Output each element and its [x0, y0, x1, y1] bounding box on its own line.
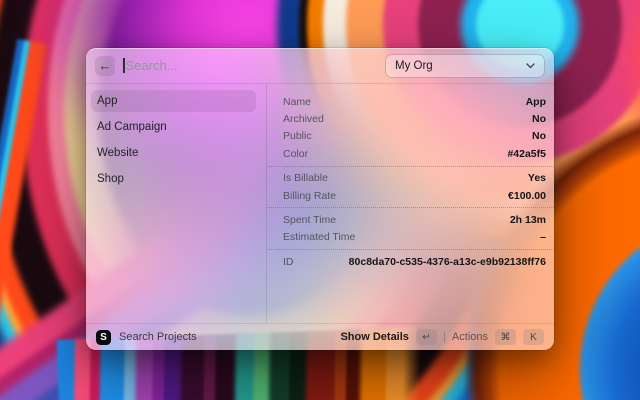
detail-label: Archived [283, 113, 324, 125]
detail-label: Billing Rate [283, 190, 336, 202]
project-list: App Ad Campaign Website Shop [86, 84, 267, 323]
app-logo-icon: S [96, 330, 111, 345]
back-arrow-icon: ← [99, 58, 112, 73]
detail-row-estimated-time: Estimated Time – [267, 229, 554, 246]
detail-value: – [540, 231, 546, 243]
footer-actions: Show Details ↵ Actions ⌘ K [340, 329, 544, 345]
details-group-id: ID 80c8da70-c535-4376-a13c-e9b92138ff76 [267, 249, 554, 273]
details-group-general: Name App Archived No Public No Color #42… [267, 90, 554, 166]
detail-value: No [532, 113, 546, 125]
detail-label: Estimated Time [283, 231, 355, 243]
project-item-ad-campaign[interactable]: Ad Campaign [91, 116, 256, 138]
enter-key-badge[interactable]: ↵ [416, 329, 437, 345]
detail-value: 2h 13m [510, 214, 546, 226]
project-item-website[interactable]: Website [91, 142, 256, 164]
command-palette-window: ← Search... My Org App Ad Campaign Websi… [86, 48, 554, 350]
detail-label: ID [283, 256, 294, 268]
detail-row-spent-time: Spent Time 2h 13m [267, 211, 554, 228]
chevron-down-icon [526, 63, 535, 69]
detail-value-uuid: 80c8da70-c535-4376-a13c-e9b92138ff76 [349, 256, 546, 268]
actions-menu-action[interactable]: Actions [452, 331, 488, 343]
detail-row-archived: Archived No [267, 110, 554, 127]
detail-row-name: Name App [267, 93, 554, 110]
project-item-app[interactable]: App [91, 90, 256, 112]
search-placeholder: Search... [126, 58, 178, 73]
app-name: Search Projects [119, 331, 197, 343]
detail-row-is-billable: Is Billable Yes [267, 170, 554, 187]
detail-value: App [526, 96, 546, 108]
show-details-action[interactable]: Show Details [340, 331, 408, 343]
detail-label: Spent Time [283, 214, 336, 226]
detail-value: Yes [528, 172, 546, 184]
detail-label: Is Billable [283, 172, 328, 184]
detail-value-color-hex: #42a5f5 [507, 148, 546, 160]
back-button[interactable]: ← [95, 56, 115, 76]
detail-row-billing-rate: Billing Rate €100.00 [267, 187, 554, 204]
palette-body: App Ad Campaign Website Shop Name App Ar… [86, 84, 554, 323]
detail-row-id: ID 80c8da70-c535-4376-a13c-e9b92138ff76 [267, 253, 554, 270]
details-group-time: Spent Time 2h 13m Estimated Time – [267, 207, 554, 249]
detail-value: No [532, 130, 546, 142]
detail-row-public: Public No [267, 128, 554, 145]
footer-divider [444, 332, 445, 343]
palette-footer: S Search Projects Show Details ↵ Actions… [86, 323, 554, 350]
org-selector-dropdown[interactable]: My Org [385, 54, 545, 78]
detail-value: €100.00 [508, 190, 546, 202]
command-key-badge[interactable]: ⌘ [495, 329, 516, 345]
k-key-badge[interactable]: K [523, 329, 544, 345]
palette-header: ← Search... My Org [86, 48, 554, 84]
details-group-billing: Is Billable Yes Billing Rate €100.00 [267, 166, 554, 208]
detail-label: Color [283, 148, 308, 160]
detail-label: Name [283, 96, 311, 108]
project-details-panel: Name App Archived No Public No Color #42… [267, 84, 554, 323]
text-caret [123, 58, 125, 73]
detail-row-color: Color #42a5f5 [267, 145, 554, 162]
search-input[interactable]: Search... [123, 48, 385, 83]
detail-label: Public [283, 130, 312, 142]
project-item-shop[interactable]: Shop [91, 168, 256, 190]
org-selector-value: My Org [395, 60, 433, 72]
